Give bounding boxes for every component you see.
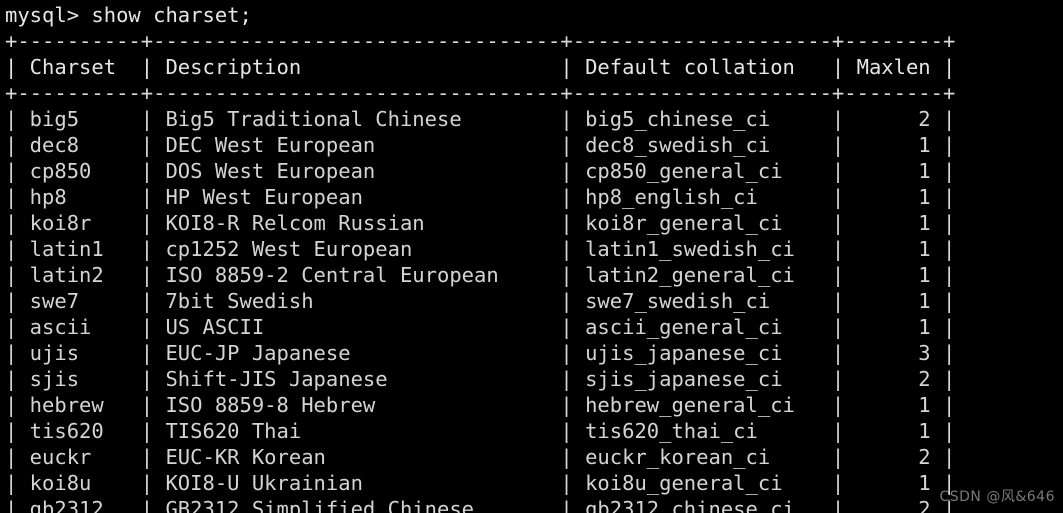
table-header-row: | Charset | Description | Default collat… <box>5 55 956 79</box>
table-rule-header: +----------+----------------------------… <box>5 81 956 105</box>
table-row: | big5 | Big5 Traditional Chinese | big5… <box>5 107 956 131</box>
table-row: | gb2312 | GB2312 Simplified Chinese | g… <box>5 497 956 513</box>
table-row: | ascii | US ASCII | ascii_general_ci | … <box>5 315 956 339</box>
table-row: | tis620 | TIS620 Thai | tis620_thai_ci … <box>5 419 956 443</box>
table-row: | sjis | Shift-JIS Japanese | sjis_japan… <box>5 367 956 391</box>
table-row: | dec8 | DEC West European | dec8_swedis… <box>5 133 956 157</box>
terminal-output[interactable]: mysql> show charset; +----------+--------… <box>0 0 1063 513</box>
table-row: | koi8r | KOI8-R Relcom Russian | koi8r_… <box>5 211 956 235</box>
table-row: | koi8u | KOI8-U Ukrainian | koi8u_gener… <box>5 471 956 495</box>
table-row: | cp850 | DOS West European | cp850_gene… <box>5 159 956 183</box>
command-prompt-line: mysql> show charset; <box>5 3 252 27</box>
table-row: | hp8 | HP West European | hp8_english_c… <box>5 185 956 209</box>
table-row: | euckr | EUC-KR Korean | euckr_korean_c… <box>5 445 956 469</box>
table-row: | hebrew | ISO 8859-8 Hebrew | hebrew_ge… <box>5 393 956 417</box>
table-row: | swe7 | 7bit Swedish | swe7_swedish_ci … <box>5 289 956 313</box>
table-row: | latin1 | cp1252 West European | latin1… <box>5 237 956 261</box>
table-row: | ujis | EUC-JP Japanese | ujis_japanese… <box>5 341 956 365</box>
table-row: | latin2 | ISO 8859-2 Central European |… <box>5 263 956 287</box>
table-rule-top: +----------+----------------------------… <box>5 29 956 53</box>
